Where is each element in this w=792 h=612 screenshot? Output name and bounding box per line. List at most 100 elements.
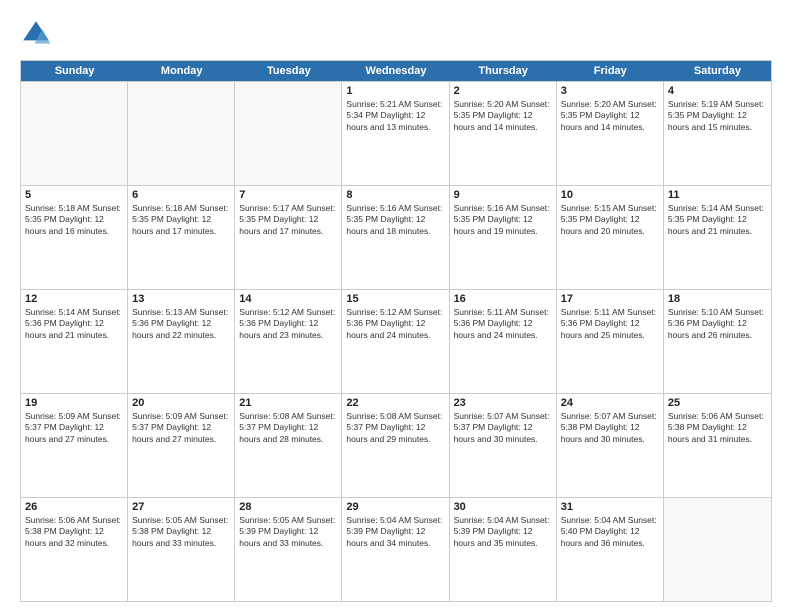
day-number: 20	[132, 397, 230, 409]
day-cell-20: 20 Sunrise: 5:09 AM Sunset: 5:37 PM Dayli…	[128, 394, 235, 497]
day-info: Sunrise: 5:08 AM Sunset: 5:37 PM Dayligh…	[346, 411, 444, 445]
day-info: Sunrise: 5:05 AM Sunset: 5:39 PM Dayligh…	[239, 515, 337, 549]
header	[20, 18, 772, 50]
day-info: Sunrise: 5:16 AM Sunset: 5:35 PM Dayligh…	[346, 203, 444, 237]
day-info: Sunrise: 5:07 AM Sunset: 5:37 PM Dayligh…	[454, 411, 552, 445]
day-cell-empty-w4c6	[664, 498, 771, 601]
calendar: SundayMondayTuesdayWednesdayThursdayFrid…	[20, 60, 772, 602]
day-cell-8: 8 Sunrise: 5:16 AM Sunset: 5:35 PM Daylig…	[342, 186, 449, 289]
day-cell-11: 11 Sunrise: 5:14 AM Sunset: 5:35 PM Dayli…	[664, 186, 771, 289]
day-number: 31	[561, 501, 659, 513]
day-info: Sunrise: 5:11 AM Sunset: 5:36 PM Dayligh…	[561, 307, 659, 341]
calendar-body: 1 Sunrise: 5:21 AM Sunset: 5:34 PM Daylig…	[21, 81, 771, 601]
day-cell-empty-w0c2	[235, 82, 342, 185]
weekday-header-tuesday: Tuesday	[235, 61, 342, 81]
day-cell-15: 15Sunrise: 5:12 AM Sunset: 5:36 PM Dayli…	[342, 290, 449, 393]
day-info: Sunrise: 5:11 AM Sunset: 5:36 PM Dayligh…	[454, 307, 552, 341]
day-number: 13	[132, 293, 230, 305]
day-number: 11	[668, 189, 767, 201]
day-cell-12: 12 Sunrise: 5:14 AM Sunset: 5:36 PM Dayli…	[21, 290, 128, 393]
day-cell-13: 13 Sunrise: 5:13 AM Sunset: 5:36 PM Dayli…	[128, 290, 235, 393]
day-cell-17: 17Sunrise: 5:11 AM Sunset: 5:36 PM Dayli…	[557, 290, 664, 393]
day-info: Sunrise: 5:14 AM Sunset: 5:36 PM Dayligh…	[25, 307, 123, 341]
day-info: Sunrise: 5:08 AM Sunset: 5:37 PM Dayligh…	[239, 411, 337, 445]
day-number: 8	[346, 189, 444, 201]
day-number: 19	[25, 397, 123, 409]
day-cell-5: 5Sunrise: 5:18 AM Sunset: 5:35 PM Daylig…	[21, 186, 128, 289]
day-number: 1	[346, 85, 444, 97]
day-cell-1: 1 Sunrise: 5:21 AM Sunset: 5:34 PM Daylig…	[342, 82, 449, 185]
weekday-header-friday: Friday	[557, 61, 664, 81]
day-info: Sunrise: 5:17 AM Sunset: 5:35 PM Dayligh…	[239, 203, 337, 237]
day-number: 16	[454, 293, 552, 305]
day-number: 9	[454, 189, 552, 201]
day-info: Sunrise: 5:05 AM Sunset: 5:38 PM Dayligh…	[132, 515, 230, 549]
day-number: 7	[239, 189, 337, 201]
day-info: Sunrise: 5:15 AM Sunset: 5:35 PM Dayligh…	[561, 203, 659, 237]
day-cell-6: 6Sunrise: 5:18 AM Sunset: 5:35 PM Daylig…	[128, 186, 235, 289]
weekday-header-thursday: Thursday	[450, 61, 557, 81]
day-info: Sunrise: 5:04 AM Sunset: 5:39 PM Dayligh…	[346, 515, 444, 549]
day-info: Sunrise: 5:18 AM Sunset: 5:35 PM Dayligh…	[132, 203, 230, 237]
day-info: Sunrise: 5:07 AM Sunset: 5:38 PM Dayligh…	[561, 411, 659, 445]
day-cell-empty-w0c1	[128, 82, 235, 185]
day-number: 10	[561, 189, 659, 201]
day-number: 4	[668, 85, 767, 97]
day-cell-18: 18Sunrise: 5:10 AM Sunset: 5:36 PM Dayli…	[664, 290, 771, 393]
day-cell-4: 4 Sunrise: 5:19 AM Sunset: 5:35 PM Daylig…	[664, 82, 771, 185]
weekday-header-monday: Monday	[128, 61, 235, 81]
day-info: Sunrise: 5:19 AM Sunset: 5:35 PM Dayligh…	[668, 99, 767, 133]
day-number: 24	[561, 397, 659, 409]
day-info: Sunrise: 5:09 AM Sunset: 5:37 PM Dayligh…	[25, 411, 123, 445]
day-info: Sunrise: 5:18 AM Sunset: 5:35 PM Dayligh…	[25, 203, 123, 237]
week-row-1: 1 Sunrise: 5:21 AM Sunset: 5:34 PM Daylig…	[21, 81, 771, 185]
day-cell-14: 14 Sunrise: 5:12 AM Sunset: 5:36 PM Dayli…	[235, 290, 342, 393]
page: SundayMondayTuesdayWednesdayThursdayFrid…	[0, 0, 792, 612]
logo-icon	[20, 18, 52, 50]
day-info: Sunrise: 5:14 AM Sunset: 5:35 PM Dayligh…	[668, 203, 767, 237]
weekday-header-sunday: Sunday	[21, 61, 128, 81]
day-cell-2: 2 Sunrise: 5:20 AM Sunset: 5:35 PM Daylig…	[450, 82, 557, 185]
day-cell-9: 9 Sunrise: 5:16 AM Sunset: 5:35 PM Daylig…	[450, 186, 557, 289]
day-cell-21: 21 Sunrise: 5:08 AM Sunset: 5:37 PM Dayli…	[235, 394, 342, 497]
day-info: Sunrise: 5:21 AM Sunset: 5:34 PM Dayligh…	[346, 99, 444, 133]
logo	[20, 18, 56, 50]
day-number: 26	[25, 501, 123, 513]
week-row-2: 5Sunrise: 5:18 AM Sunset: 5:35 PM Daylig…	[21, 185, 771, 289]
day-cell-empty-w0c0	[21, 82, 128, 185]
day-cell-19: 19 Sunrise: 5:09 AM Sunset: 5:37 PM Dayli…	[21, 394, 128, 497]
day-number: 29	[346, 501, 444, 513]
day-info: Sunrise: 5:09 AM Sunset: 5:37 PM Dayligh…	[132, 411, 230, 445]
day-number: 14	[239, 293, 337, 305]
day-cell-23: 23 Sunrise: 5:07 AM Sunset: 5:37 PM Dayli…	[450, 394, 557, 497]
day-number: 25	[668, 397, 767, 409]
day-cell-10: 10 Sunrise: 5:15 AM Sunset: 5:35 PM Dayli…	[557, 186, 664, 289]
day-number: 30	[454, 501, 552, 513]
day-info: Sunrise: 5:12 AM Sunset: 5:36 PM Dayligh…	[239, 307, 337, 341]
day-cell-7: 7 Sunrise: 5:17 AM Sunset: 5:35 PM Daylig…	[235, 186, 342, 289]
day-number: 23	[454, 397, 552, 409]
day-number: 2	[454, 85, 552, 97]
day-number: 3	[561, 85, 659, 97]
day-cell-28: 28 Sunrise: 5:05 AM Sunset: 5:39 PM Dayli…	[235, 498, 342, 601]
day-number: 28	[239, 501, 337, 513]
day-cell-24: 24 Sunrise: 5:07 AM Sunset: 5:38 PM Dayli…	[557, 394, 664, 497]
day-info: Sunrise: 5:04 AM Sunset: 5:40 PM Dayligh…	[561, 515, 659, 549]
day-cell-26: 26Sunrise: 5:06 AM Sunset: 5:38 PM Dayli…	[21, 498, 128, 601]
week-row-5: 26Sunrise: 5:06 AM Sunset: 5:38 PM Dayli…	[21, 497, 771, 601]
day-number: 27	[132, 501, 230, 513]
day-cell-27: 27 Sunrise: 5:05 AM Sunset: 5:38 PM Dayli…	[128, 498, 235, 601]
day-info: Sunrise: 5:16 AM Sunset: 5:35 PM Dayligh…	[454, 203, 552, 237]
day-info: Sunrise: 5:20 AM Sunset: 5:35 PM Dayligh…	[561, 99, 659, 133]
week-row-3: 12 Sunrise: 5:14 AM Sunset: 5:36 PM Dayli…	[21, 289, 771, 393]
day-info: Sunrise: 5:10 AM Sunset: 5:36 PM Dayligh…	[668, 307, 767, 341]
day-info: Sunrise: 5:04 AM Sunset: 5:39 PM Dayligh…	[454, 515, 552, 549]
day-number: 15	[346, 293, 444, 305]
day-cell-3: 3 Sunrise: 5:20 AM Sunset: 5:35 PM Daylig…	[557, 82, 664, 185]
day-info: Sunrise: 5:13 AM Sunset: 5:36 PM Dayligh…	[132, 307, 230, 341]
day-number: 12	[25, 293, 123, 305]
day-cell-29: 29 Sunrise: 5:04 AM Sunset: 5:39 PM Dayli…	[342, 498, 449, 601]
day-info: Sunrise: 5:20 AM Sunset: 5:35 PM Dayligh…	[454, 99, 552, 133]
day-cell-31: 31 Sunrise: 5:04 AM Sunset: 5:40 PM Dayli…	[557, 498, 664, 601]
day-number: 21	[239, 397, 337, 409]
